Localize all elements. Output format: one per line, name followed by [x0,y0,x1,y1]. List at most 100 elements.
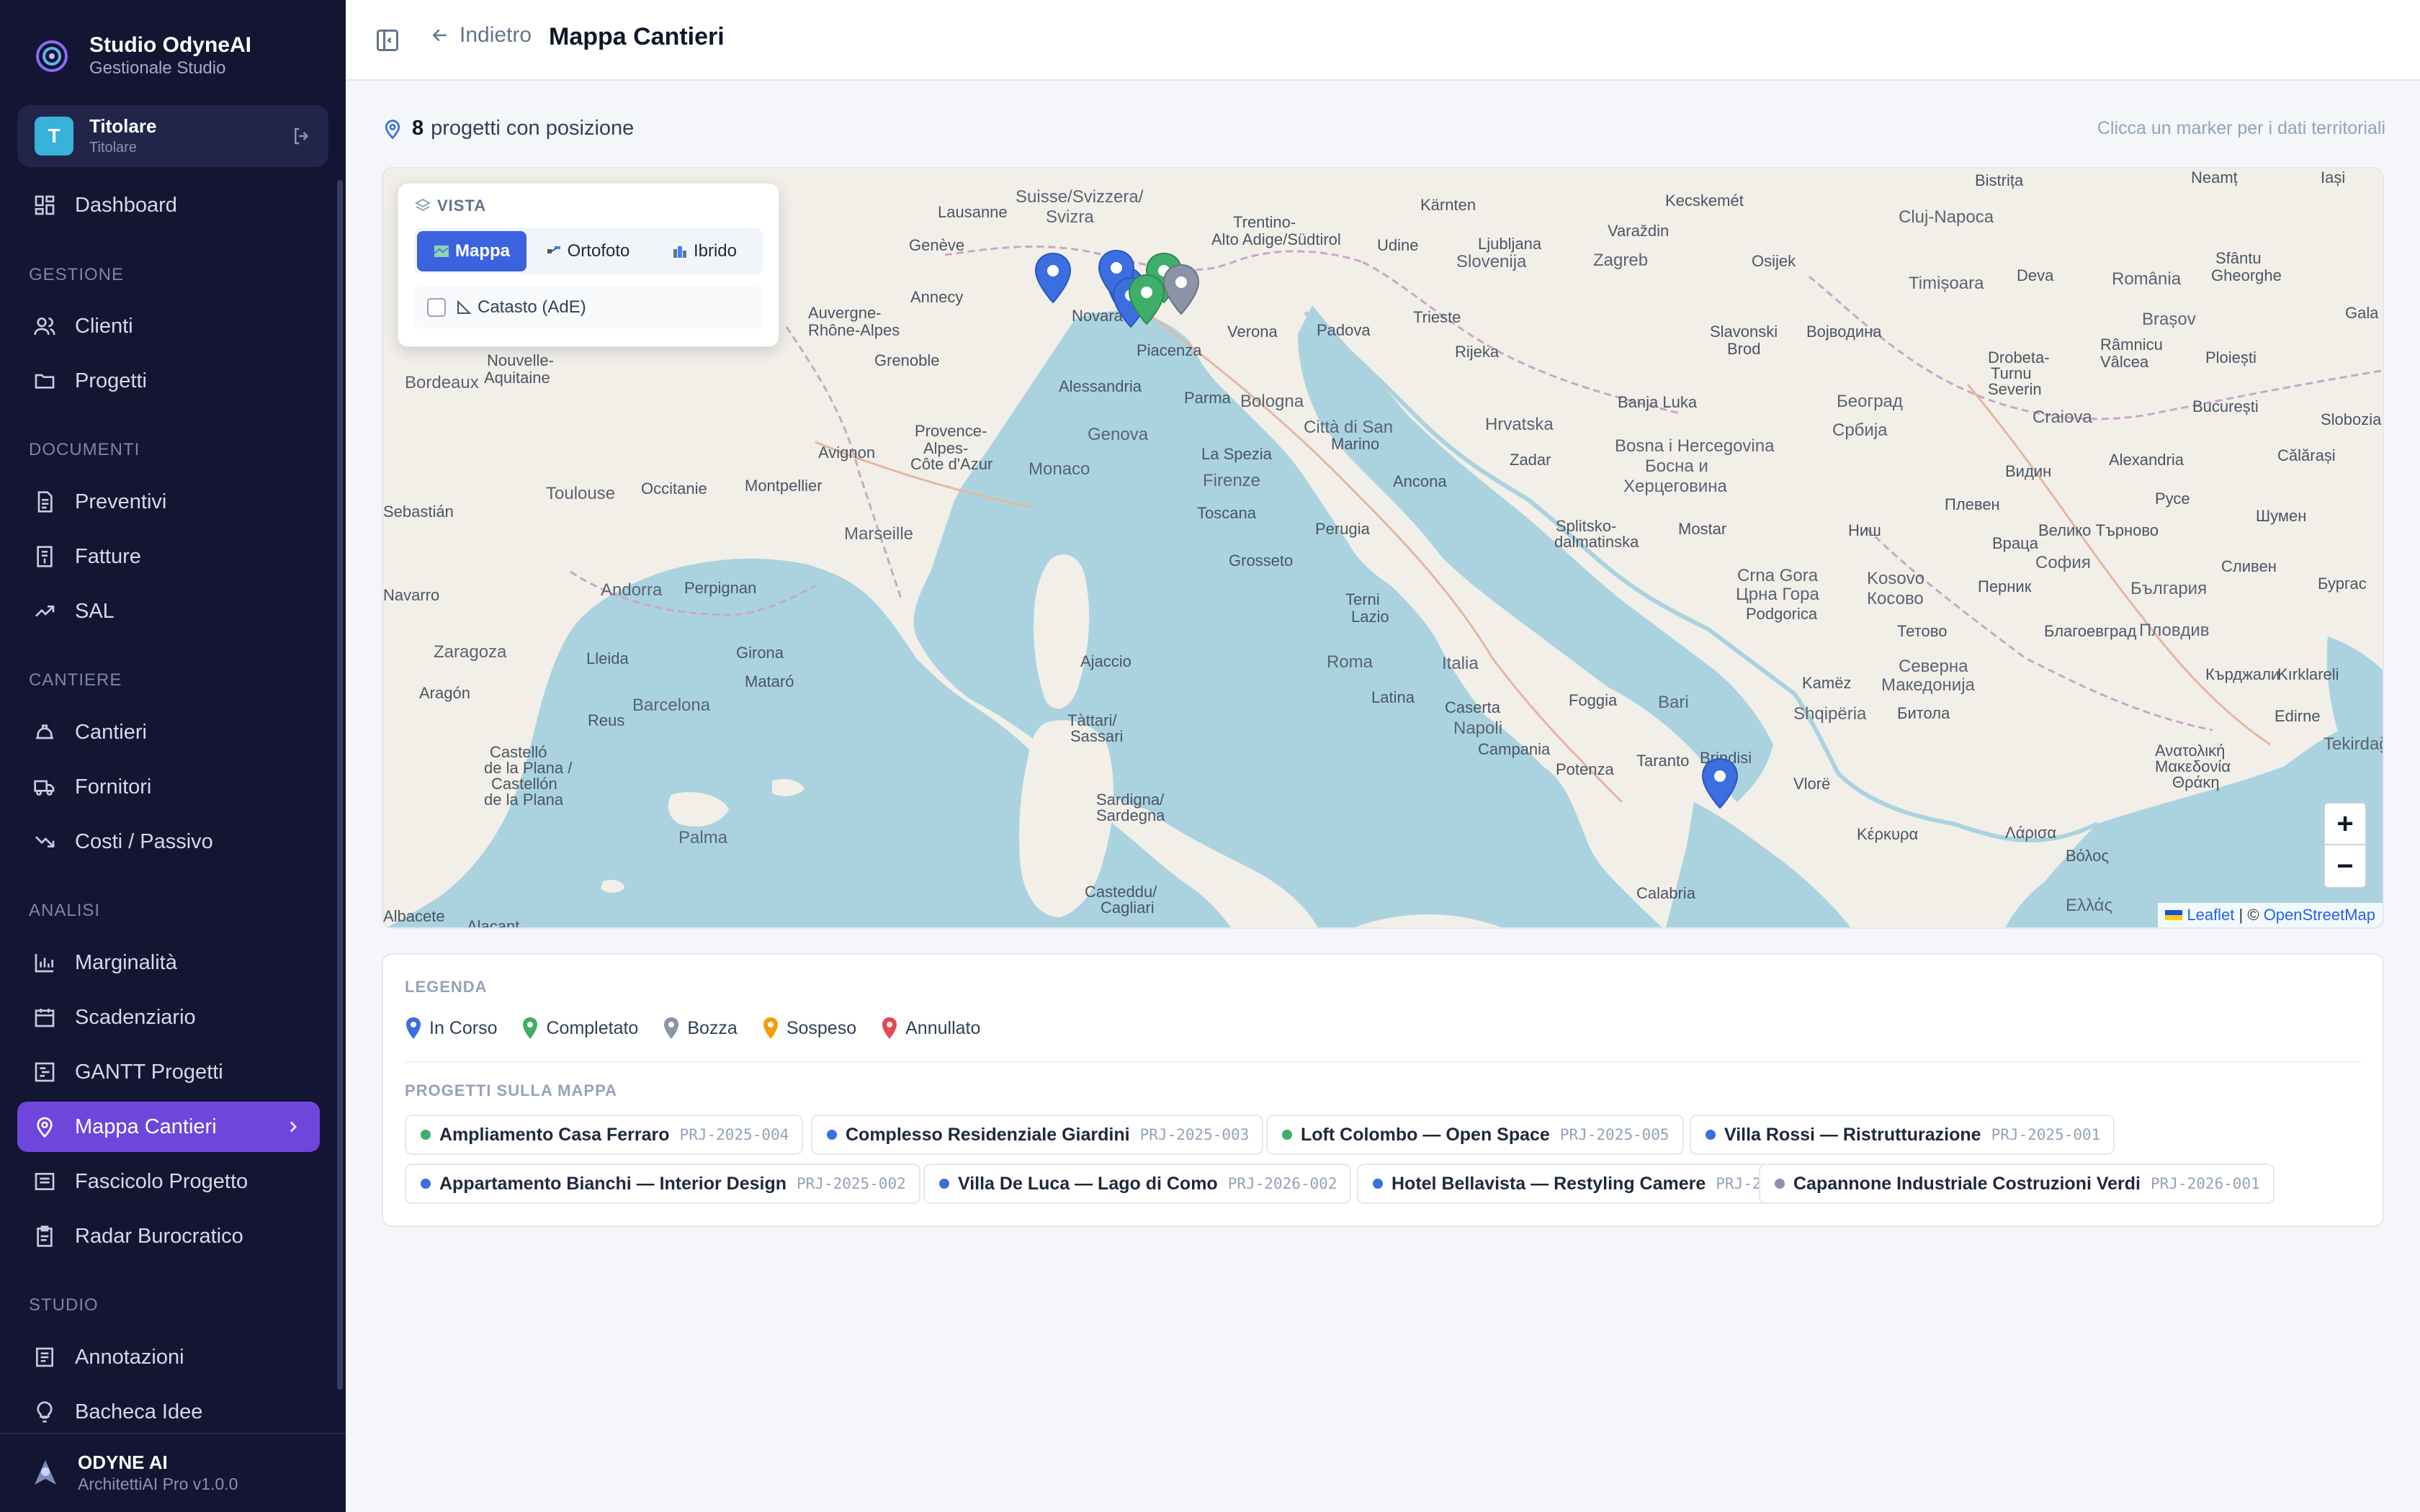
map-label: Marino [1331,435,1380,453]
sidebar-item-sal[interactable]: SAL [17,586,320,636]
legend-item: Sospeso [762,1017,856,1040]
project-chip[interactable]: Villa De Luca — Lago di Como PRJ-2026-002 [923,1164,1352,1204]
tab-ibrido[interactable]: Ibrido [649,231,760,271]
sidebar-item-costi[interactable]: Costi / Passivo [17,816,320,867]
zoom-in-button[interactable]: + [2325,804,2365,845]
count-label: progetti con posizione [431,117,635,140]
project-chip[interactable]: Capannone Industriale Costruzioni Verdi P… [1759,1164,2275,1204]
tab-ortofoto[interactable]: Ortofoto [532,231,643,271]
osm-link[interactable]: OpenStreetMap [2264,906,2375,924]
sidebar-toggle-icon[interactable] [375,27,400,53]
user-card[interactable]: T Titolare Titolare [17,105,328,167]
map-hint: Clicca un marker per i dati territoriali [2097,118,2385,138]
catasto-checkbox[interactable] [427,298,446,317]
sidebar-item-progetti[interactable]: Progetti [17,356,320,406]
sidebar-item-fornitori[interactable]: Fornitori [17,762,320,812]
project-code: PRJ-2025-002 [797,1175,906,1192]
sidebar-item-fatture[interactable]: Fatture [17,531,320,582]
map-label: Montpellier [745,477,823,495]
map-label: Monaco [1028,459,1090,479]
sidebar-item-dashboard[interactable]: Dashboard [17,180,320,230]
project-chip[interactable]: Appartamento Bianchi — Interior Design PR… [405,1164,920,1204]
sidebar-item-mappa-cantieri[interactable]: Mappa Cantieri [17,1102,320,1152]
layers-icon [414,198,431,212]
leaflet-link[interactable]: Leaflet [2187,906,2234,924]
sidebar-scrollbar[interactable] [337,180,343,1390]
map-label: Palma [678,828,728,847]
divider [405,1061,2361,1063]
sidebar-item-clienti[interactable]: Clienti [17,301,320,351]
map-label: Crna Gora [1737,566,1819,585]
map-label: Македонија [1881,675,1975,695]
map-label: Grenoble [874,351,940,369]
map-label: de la Plana [484,791,564,809]
logout-icon[interactable] [291,125,313,147]
map-marker-bozza[interactable] [1161,264,1201,315]
map-label: Grosseto [1229,552,1294,570]
map-label: Zadar [1510,451,1551,469]
sidebar-item-cantieri[interactable]: Cantieri [17,707,320,757]
map-label: Kırklareli [2277,665,2339,683]
zoom-out-button[interactable]: − [2325,845,2365,887]
sidebar-item-bacheca[interactable]: Bacheca Idee [17,1387,320,1437]
sidebar-item-label: Costi / Passivo [75,829,213,853]
dashboard-icon [35,195,55,215]
map-label: Lausanne [938,203,1008,221]
map-label: Aragón [419,684,470,702]
project-chip[interactable]: Complesso Residenziale Giardini PRJ-2025-… [811,1115,1264,1155]
sidebar: Studio OdyneAI Gestionale Studio T Titol… [0,0,346,1512]
status-dot [421,1130,431,1140]
map-label: Тетово [1897,622,1948,640]
map-pin-icon [385,119,400,139]
sidebar-item-fascicolo[interactable]: Fascicolo Progetto [17,1156,320,1207]
folder-file-icon [35,1173,55,1190]
count-value: 8 [412,117,424,140]
project-chip[interactable]: Villa Rossi — Ristrutturazione PRJ-2025-0… [1690,1115,2115,1155]
sidebar-item-preventivi[interactable]: Preventivi [17,477,320,527]
map-label: Херцеговина [1623,477,1727,496]
map-label: Видин [2005,462,2052,480]
project-chip[interactable]: Loft Colombo — Open Space PRJ-2025-005 [1266,1115,1684,1155]
catasto-toggle[interactable]: Catasto (AdE) [414,286,763,329]
map-label: Cluj-Napoca [1899,207,1994,227]
map-marker-in-corso[interactable] [1033,252,1073,304]
map-marker-in-corso[interactable] [1700,757,1740,809]
map-label: Sassari [1070,727,1124,745]
map-label: București [2192,397,2259,415]
sidebar-item-radar[interactable]: Radar Burocratico [17,1211,320,1261]
map-label: Firenze [1203,471,1261,490]
map-label: Campania [1478,740,1551,758]
sidebar-item-marginalita[interactable]: Marginalità [17,937,320,988]
tab-mappa[interactable]: Mappa [417,231,526,271]
odyne-ai-logo-icon [35,1460,56,1485]
map-label: Iași [2321,168,2346,186]
back-button[interactable]: Indietro [429,23,532,48]
map-label: Aquitaine [484,369,550,387]
map-label: Бургас [2318,575,2367,593]
sidebar-item-annotazioni[interactable]: Annotazioni [17,1332,320,1382]
helmet-icon [36,724,53,739]
section-documenti: DOCUMENTI [29,440,140,459]
note-icon [36,1347,53,1367]
section-gestione: GESTIONE [29,265,125,284]
map-label: Велико Търново [2038,521,2159,539]
clipboard-icon [37,1225,53,1247]
status-dot [421,1179,431,1189]
map-pin-icon [523,1017,538,1039]
sidebar-item-gantt[interactable]: GANTT Progetti [17,1047,320,1097]
map-canvas[interactable]: Lausanne Suisse/Svizzera/ Svizra Kärnten… [382,167,2384,929]
map-label: Shqipëria [1793,704,1867,724]
status-dot [1706,1130,1716,1140]
map-label: Auvergne- [808,304,882,322]
trending-up-icon [35,606,55,617]
project-chip[interactable]: Ampliamento Casa Ferraro PRJ-2025-004 [405,1115,804,1155]
map-label: Neamț [2191,168,2238,186]
map-label: Varaždin [1608,222,1670,240]
project-name: Ampliamento Casa Ferraro [439,1124,670,1145]
sidebar-item-scadenziario[interactable]: Scadenziario [17,992,320,1043]
invoice-icon [37,546,53,567]
legend-item: Bozza [663,1017,738,1040]
brand[interactable]: Studio OdyneAI Gestionale Studio [33,33,251,79]
map-marker-completato[interactable] [1126,274,1167,325]
map-label: Русе [2155,490,2190,508]
